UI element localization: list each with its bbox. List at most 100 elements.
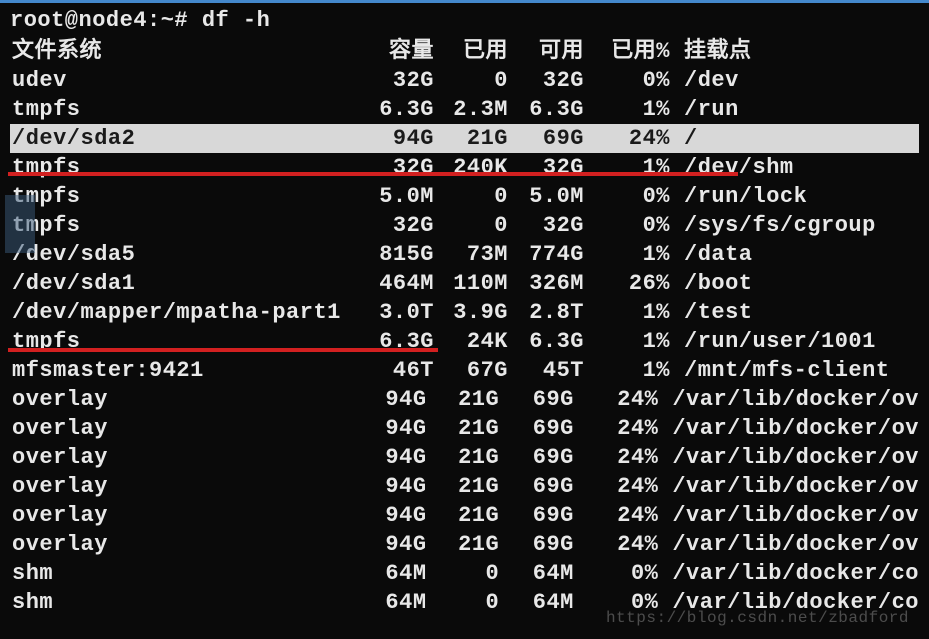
cell-mount: /sys/fs/cgroup: [670, 211, 876, 240]
cell-filesystem: overlay: [10, 443, 352, 472]
cell-avail: 69G: [499, 530, 574, 559]
table-row: overlay94G21G69G24%/var/lib/docker/ov: [10, 472, 919, 501]
annotation-underline-1: [8, 172, 738, 176]
table-row: shm64M064M0%/var/lib/docker/co: [10, 559, 919, 588]
header-filesystem: 文件系统: [10, 37, 358, 66]
cell-mount: /var/lib/docker/ov: [658, 472, 919, 501]
watermark-text: https://blog.csdn.net/zbadford: [606, 609, 909, 627]
annotation-underline-2: [8, 348, 438, 352]
cell-avail: 69G: [499, 385, 574, 414]
header-mounted: 挂载点: [670, 37, 752, 66]
cell-used: 0: [427, 588, 500, 617]
cell-used: 21G: [427, 501, 500, 530]
cell-used: 21G: [427, 385, 500, 414]
cell-filesystem: overlay: [10, 530, 352, 559]
cell-used: 24K: [434, 327, 508, 356]
table-row: /dev/sda1464M110M326M26%/boot: [10, 269, 919, 298]
cell-mount: /boot: [670, 269, 753, 298]
cell-size: 94G: [352, 501, 427, 530]
cell-filesystem: overlay: [10, 385, 352, 414]
table-row: tmpfs5.0M05.0M0%/run/lock: [10, 182, 919, 211]
cell-size: 32G: [358, 211, 434, 240]
cell-filesystem: overlay: [10, 501, 352, 530]
cell-mount: /var/lib/docker/ov: [658, 385, 919, 414]
cell-used: 240K: [434, 153, 508, 182]
cell-size: 94G: [352, 443, 427, 472]
cell-avail: 326M: [508, 269, 584, 298]
cell-use-pct: 0%: [574, 559, 658, 588]
cell-size: 64M: [352, 559, 427, 588]
table-row: tmpfs6.3G2.3M6.3G1%/run: [10, 95, 919, 124]
cell-filesystem: overlay: [10, 472, 352, 501]
cell-size: 94G: [358, 124, 434, 153]
cell-avail: 69G: [499, 414, 574, 443]
cell-mount: /var/lib/docker/co: [658, 559, 919, 588]
cell-filesystem: /dev/sda2: [10, 124, 358, 153]
cell-size: 46T: [358, 356, 434, 385]
cell-use-pct: 24%: [574, 414, 658, 443]
cell-use-pct: 1%: [584, 240, 670, 269]
cell-used: 2.3M: [434, 95, 508, 124]
cell-mount: /data: [670, 240, 753, 269]
cell-avail: 69G: [499, 472, 574, 501]
cell-use-pct: 1%: [584, 95, 670, 124]
cell-avail: 64M: [499, 559, 574, 588]
table-row: overlay94G21G69G24%/var/lib/docker/ov: [10, 414, 919, 443]
cell-avail: 69G: [508, 124, 584, 153]
cell-size: 6.3G: [358, 95, 434, 124]
cell-used: 21G: [427, 414, 500, 443]
cell-used: 21G: [427, 443, 500, 472]
cell-size: 94G: [352, 385, 427, 414]
cell-use-pct: 0%: [584, 211, 670, 240]
cell-avail: 2.8T: [508, 298, 584, 327]
cell-used: 73M: [434, 240, 508, 269]
cell-mount: /dev: [670, 66, 739, 95]
cell-size: 32G: [358, 153, 434, 182]
cell-use-pct: 24%: [574, 472, 658, 501]
cell-filesystem: /dev/mapper/mpatha-part1: [10, 298, 358, 327]
cell-size: 64M: [352, 588, 427, 617]
cell-use-pct: 1%: [584, 298, 670, 327]
table-row: /dev/mapper/mpatha-part13.0T3.9G2.8T1%/t…: [10, 298, 919, 327]
table-row: tmpfs32G032G0%/sys/fs/cgroup: [10, 211, 919, 240]
table-row: overlay94G21G69G24%/var/lib/docker/ov: [10, 501, 919, 530]
cell-use-pct: 0%: [584, 66, 670, 95]
table-row: mfsmaster:942146T67G45T1%/mnt/mfs-client: [10, 356, 919, 385]
table-row: /dev/sda5815G73M774G1%/data: [10, 240, 919, 269]
cell-mount: /var/lib/docker/ov: [658, 443, 919, 472]
cell-used: 21G: [434, 124, 508, 153]
header-size: 容量: [358, 37, 434, 66]
cell-used: 0: [434, 66, 508, 95]
cell-mount: /run/user/1001: [670, 327, 876, 356]
cell-mount: /run/lock: [670, 182, 807, 211]
cell-filesystem: /dev/sda1: [10, 269, 358, 298]
cell-filesystem: /dev/sda5: [10, 240, 358, 269]
cell-mount: /test: [670, 298, 753, 327]
cell-avail: 32G: [508, 211, 584, 240]
cell-use-pct: 1%: [584, 153, 670, 182]
cell-use-pct: 24%: [574, 443, 658, 472]
cell-filesystem: tmpfs: [10, 95, 358, 124]
cell-size: 94G: [352, 472, 427, 501]
cell-avail: 774G: [508, 240, 584, 269]
cell-size: 815G: [358, 240, 434, 269]
cell-used: 67G: [434, 356, 508, 385]
cell-mount: /var/lib/docker/ov: [658, 530, 919, 559]
table-row: overlay94G21G69G24%/var/lib/docker/ov: [10, 385, 919, 414]
cell-size: 94G: [352, 414, 427, 443]
cell-use-pct: 24%: [574, 385, 658, 414]
cell-use-pct: 24%: [574, 530, 658, 559]
shell-prompt[interactable]: root@node4:~# df -h: [10, 8, 919, 33]
table-row: udev32G032G0%/dev: [10, 66, 919, 95]
cell-avail: 5.0M: [508, 182, 584, 211]
window-top-border: [0, 0, 929, 3]
cell-avail: 32G: [508, 66, 584, 95]
cell-use-pct: 0%: [584, 182, 670, 211]
cell-size: 32G: [358, 66, 434, 95]
cell-filesystem: overlay: [10, 414, 352, 443]
cell-avail: 32G: [508, 153, 584, 182]
cell-size: 3.0T: [358, 298, 434, 327]
cell-used: 0: [434, 211, 508, 240]
cell-filesystem: shm: [10, 588, 352, 617]
cell-used: 21G: [427, 472, 500, 501]
